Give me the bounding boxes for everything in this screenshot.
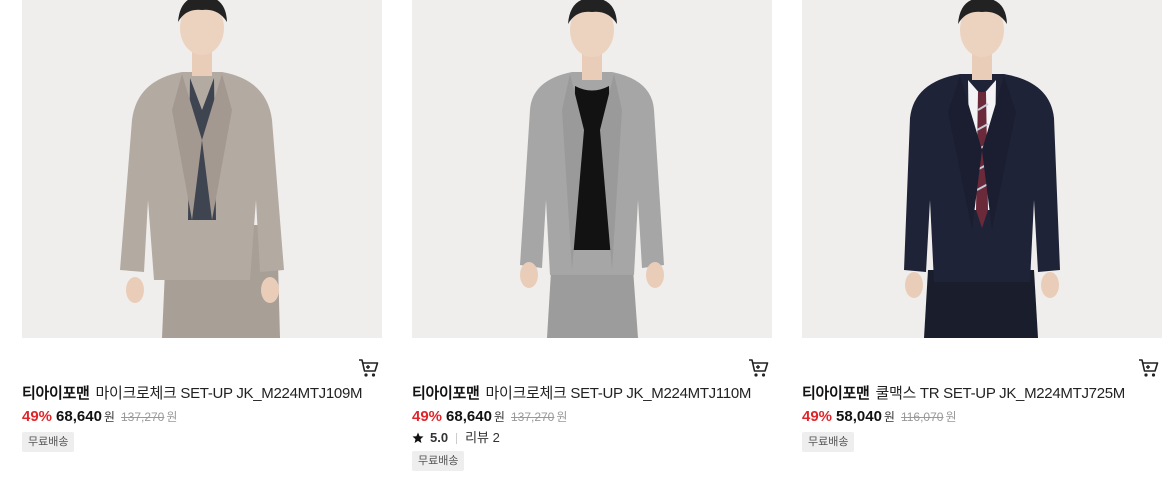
product-title[interactable]: 티아이포맨 마이크로체크 SET-UP JK_M224MTJ109M (22, 384, 384, 404)
cart-icon[interactable] (358, 358, 380, 378)
product-image[interactable] (412, 0, 772, 338)
product-card[interactable]: 티아이포맨 쿨맥스 TR SET-UP JK_M224MTJ725M 49% 58,… (802, 0, 1164, 452)
review-count[interactable]: 리뷰 2 (465, 429, 500, 447)
model-photo (412, 0, 772, 338)
free-shipping-badge: 무료배송 (22, 432, 75, 452)
product-card[interactable]: 티아이포맨 마이크로체크 SET-UP JK_M224MTJ110M 49% 68,… (412, 0, 774, 471)
free-shipping-badge: 무료배송 (802, 432, 855, 452)
original-price: 116,070 (900, 410, 944, 424)
price-row: 49% 68,640 원 137,270 원 (412, 406, 774, 428)
product-card[interactable]: 티아이포맨 마이크로체크 SET-UP JK_M224MTJ109M 49% 68,… (22, 0, 384, 452)
price-row: 49% 58,040 원 116,070 원 (802, 406, 1164, 428)
sale-price: 58,040 (836, 408, 882, 425)
product-image[interactable] (802, 0, 1162, 338)
product-title[interactable]: 티아이포맨 마이크로체크 SET-UP JK_M224MTJ110M (412, 384, 774, 404)
cart-row (412, 338, 774, 384)
original-currency-unit: 원 (166, 410, 178, 424)
original-currency-unit: 원 (945, 410, 957, 424)
free-shipping-badge: 무료배송 (412, 451, 465, 471)
sale-price: 68,640 (56, 408, 102, 425)
cart-row (802, 338, 1164, 384)
currency-unit: 원 (103, 410, 115, 424)
cart-icon[interactable] (1138, 358, 1160, 378)
product-image[interactable] (22, 0, 382, 338)
price-row: 49% 68,640 원 137,270 원 (22, 406, 384, 428)
brand-name: 티아이포맨 (22, 385, 90, 402)
original-price: 137,270 (120, 410, 165, 424)
sale-price: 68,640 (446, 408, 492, 425)
product-grid: 티아이포맨 마이크로체크 SET-UP JK_M224MTJ109M 49% 68,… (0, 0, 1170, 503)
star-icon (412, 432, 424, 443)
model-photo (22, 0, 382, 338)
currency-unit: 원 (883, 410, 895, 424)
product-name: 마이크로체크 SET-UP JK_M224MTJ110M (485, 385, 752, 402)
product-title[interactable]: 티아이포맨 쿨맥스 TR SET-UP JK_M224MTJ725M (802, 384, 1164, 404)
discount-rate: 49% (22, 408, 53, 425)
brand-name: 티아이포맨 (412, 385, 480, 402)
product-name: 마이크로체크 SET-UP JK_M224MTJ109M (95, 385, 363, 402)
rating-row: 5.0 리뷰 2 (412, 429, 774, 447)
model-photo (802, 0, 1162, 338)
product-name: 쿨맥스 TR SET-UP JK_M224MTJ725M (875, 385, 1126, 402)
discount-rate: 49% (802, 408, 833, 425)
brand-name: 티아이포맨 (802, 385, 870, 402)
rating-score: 5.0 (430, 430, 449, 445)
cart-icon[interactable] (748, 358, 770, 378)
currency-unit: 원 (493, 410, 505, 424)
original-currency-unit: 원 (556, 410, 568, 424)
cart-row (22, 338, 384, 384)
divider (456, 432, 458, 444)
discount-rate: 49% (412, 408, 443, 425)
original-price: 137,270 (510, 410, 555, 424)
